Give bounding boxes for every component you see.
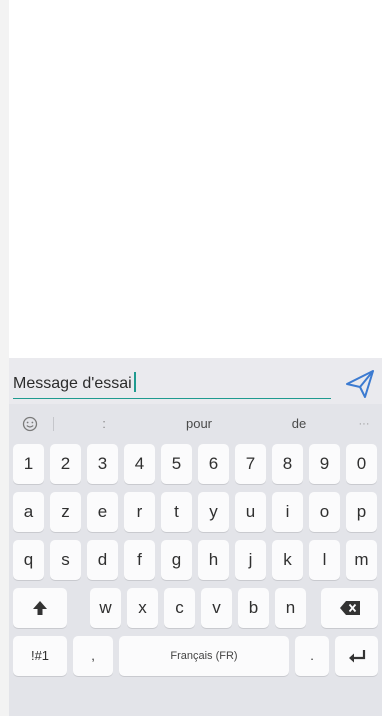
letter-r2-key-3[interactable]: f [124, 540, 155, 580]
number-key-8[interactable]: 9 [309, 444, 340, 484]
letter-r1-key-9[interactable]: p [346, 492, 377, 532]
number-key-7[interactable]: 8 [272, 444, 303, 484]
send-icon [346, 370, 374, 398]
letter-r1-key-1[interactable]: z [50, 492, 81, 532]
letter-r1-key-4[interactable]: t [161, 492, 192, 532]
letter-r2-key-5[interactable]: h [198, 540, 229, 580]
number-key-9[interactable]: 0 [346, 444, 377, 484]
backspace-icon [339, 601, 360, 615]
letter-r2-key-8[interactable]: l [309, 540, 340, 580]
messaging-screen: Message d'essai : pour de ··· 1 2 3 4 5 … [9, 0, 382, 716]
suggestion-divider [53, 417, 54, 431]
letter-r3-key-3[interactable]: v [201, 588, 232, 628]
letter-r1-key-6[interactable]: u [235, 492, 266, 532]
letter-r3-key-2[interactable]: c [164, 588, 195, 628]
number-key-1[interactable]: 2 [50, 444, 81, 484]
letter-r3-key-0[interactable]: w [90, 588, 121, 628]
letter-r2-key-6[interactable]: j [235, 540, 266, 580]
space-bar[interactable]: Français (FR) [119, 636, 289, 676]
letter-r3-key-4[interactable]: b [238, 588, 269, 628]
emoji-button[interactable] [13, 404, 47, 444]
suggestion-center[interactable]: pour [154, 404, 244, 444]
comma-key[interactable]: , [73, 636, 113, 676]
suggestion-bar: : pour de ··· [9, 404, 382, 444]
keyboard: : pour de ··· 1234567890 azertyuiop qsdf… [9, 404, 382, 716]
emoji-icon [22, 416, 38, 432]
backspace-key[interactable] [321, 588, 378, 628]
number-key-6[interactable]: 7 [235, 444, 266, 484]
number-key-4[interactable]: 5 [161, 444, 192, 484]
text-cursor [133, 372, 136, 392]
more-suggestions-button[interactable]: ··· [347, 404, 381, 444]
number-key-3[interactable]: 4 [124, 444, 155, 484]
send-button[interactable] [343, 367, 377, 401]
letter-r2-key-0[interactable]: q [13, 540, 44, 580]
letter-r2-key-9[interactable]: m [346, 540, 377, 580]
letter-r2-key-2[interactable]: d [87, 540, 118, 580]
letter-r3-key-5[interactable]: n [275, 588, 306, 628]
letter-r3-key-1[interactable]: x [127, 588, 158, 628]
period-key[interactable]: . [295, 636, 329, 676]
compose-bar: Message d'essai [9, 358, 382, 404]
letter-r1-key-5[interactable]: y [198, 492, 229, 532]
number-key-5[interactable]: 6 [198, 444, 229, 484]
suggestion-left[interactable]: : [59, 404, 149, 444]
conversation-area [9, 0, 382, 358]
letter-r1-key-8[interactable]: o [309, 492, 340, 532]
letter-r1-key-0[interactable]: a [13, 492, 44, 532]
number-key-0[interactable]: 1 [13, 444, 44, 484]
shift-key[interactable] [13, 588, 67, 628]
symbols-key[interactable]: !#1 [13, 636, 67, 676]
letter-r1-key-7[interactable]: i [272, 492, 303, 532]
message-text: Message d'essai [13, 375, 132, 392]
letter-r2-key-1[interactable]: s [50, 540, 81, 580]
shift-icon [33, 601, 47, 615]
enter-icon [348, 650, 365, 663]
number-key-2[interactable]: 3 [87, 444, 118, 484]
letter-r2-key-4[interactable]: g [161, 540, 192, 580]
suggestion-right[interactable]: de [254, 404, 344, 444]
enter-key[interactable] [335, 636, 378, 676]
letter-r2-key-7[interactable]: k [272, 540, 303, 580]
letter-r1-key-2[interactable]: e [87, 492, 118, 532]
letter-r1-key-3[interactable]: r [124, 492, 155, 532]
message-input[interactable]: Message d'essai [13, 372, 331, 399]
